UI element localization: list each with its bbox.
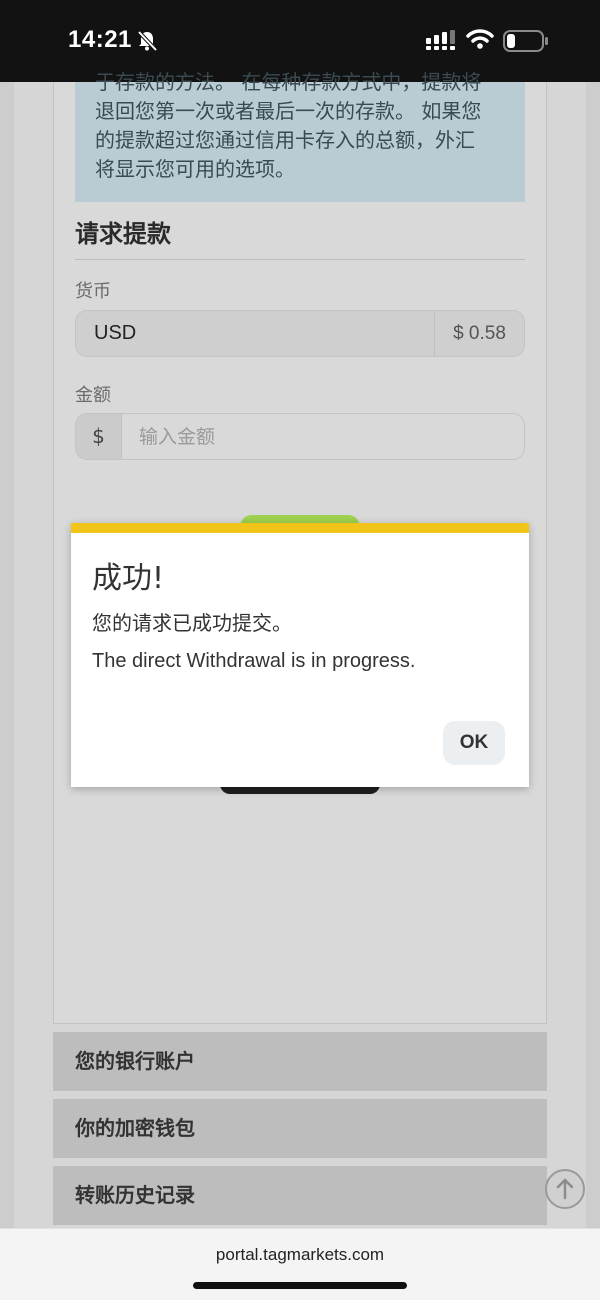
dialog-message-zh: 您的请求已成功提交。 — [92, 611, 292, 635]
amount-input[interactable] — [122, 414, 524, 459]
currency-select[interactable]: USD $ 0.58 — [75, 310, 525, 357]
info-notice: 于存款的方法。 在每种存款方式中，提款将 退回您第一次或者最后一次的存款。 如果… — [75, 70, 525, 202]
currency-value: USD — [94, 322, 137, 344]
info-line: 退回您第一次或者最后一次的存款。 如果您 — [95, 99, 482, 123]
scroll-to-top-button[interactable] — [545, 1169, 585, 1209]
accordion-bank-accounts[interactable]: 您的银行账户 — [53, 1032, 547, 1091]
accordion-transfer-history[interactable]: 转账历史记录 — [53, 1166, 547, 1225]
info-line: 将显示您可用的选项。 — [95, 157, 295, 181]
browser-bottom-bar: portal.tagmarkets.com — [0, 1228, 600, 1300]
amount-label: 金额 — [75, 385, 111, 406]
success-dialog: 成功! 您的请求已成功提交。 The direct Withdrawal is … — [71, 523, 529, 787]
dollar-prefix: $ — [76, 414, 122, 459]
accordion-crypto-wallet[interactable]: 你的加密钱包 — [53, 1099, 547, 1158]
info-line: 于存款的方法。 在每种存款方式中，提款将 — [95, 70, 482, 94]
divider — [75, 259, 525, 260]
battery-icon — [503, 30, 549, 56]
arrow-up-icon — [556, 1178, 574, 1200]
ok-button[interactable]: OK — [443, 721, 505, 765]
signal-icon — [426, 30, 458, 54]
amount-input-group: $ — [75, 413, 525, 460]
balance-value: $ 0.58 — [434, 311, 524, 356]
home-indicator[interactable] — [193, 1282, 407, 1289]
url-bar[interactable]: portal.tagmarkets.com — [0, 1245, 600, 1265]
dialog-accent-bar — [71, 523, 529, 533]
dialog-title: 成功! — [92, 561, 165, 596]
wifi-icon — [466, 28, 494, 54]
section-title: 请求提款 — [75, 220, 171, 248]
dialog-message-en: The direct Withdrawal is in progress. — [92, 650, 416, 672]
info-line: 的提款超过您通过信用卡存入的总额，外汇 — [95, 128, 475, 152]
status-time: 14:21 — [68, 26, 132, 53]
bell-slash-icon — [136, 30, 158, 56]
currency-label: 货币 — [75, 281, 111, 302]
